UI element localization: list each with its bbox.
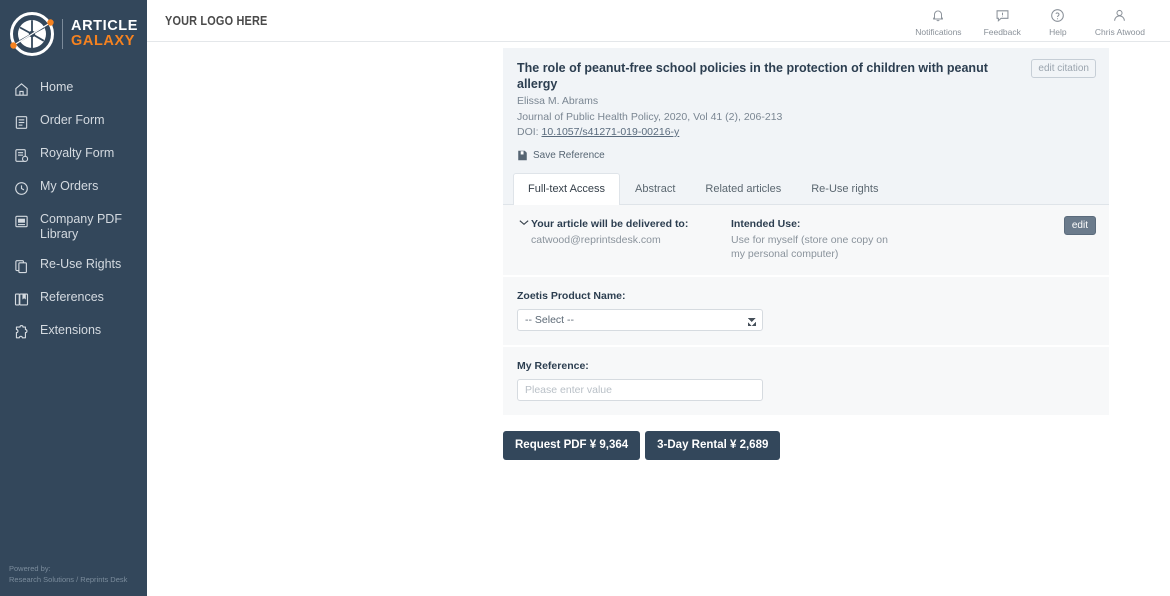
sidebar-item-label: Company PDF Library: [40, 212, 122, 241]
sidebar: ARTICLE GALAXY Home Order Form Royalty F…: [0, 0, 147, 596]
sidebar-item-my-orders[interactable]: My Orders: [0, 171, 147, 204]
clock-history-icon: [12, 179, 30, 197]
doi-link[interactable]: 10.1057/s41271-019-00216-y: [542, 126, 680, 138]
my-reference-input[interactable]: [517, 379, 763, 401]
puzzle-piece-icon: [12, 323, 30, 341]
citation-doi: DOI: 10.1057/s41271-019-00216-y: [517, 125, 1095, 139]
topnav-label: Notifications: [915, 26, 962, 37]
royalty-form-icon: [12, 146, 30, 164]
sidebar-item-label: Home: [40, 80, 74, 94]
article-panel: The role of peanut-free school policies …: [503, 48, 1109, 460]
powered-by-label: Powered by:: [9, 564, 51, 573]
rental-button[interactable]: 3-Day Rental ¥ 2,689: [645, 431, 781, 460]
sidebar-item-label: Royalty Form: [40, 146, 115, 160]
logo-divider: [62, 18, 63, 49]
sidebar-item-home[interactable]: Home: [0, 72, 147, 105]
sidebar-item-extensions[interactable]: Extensions: [0, 315, 147, 348]
content-area: The role of peanut-free school policies …: [147, 42, 1170, 460]
sidebar-item-label: References: [40, 290, 104, 304]
brand-logo-slot: YOUR LOGO HERE: [165, 13, 268, 28]
pdf-library-icon: [12, 212, 30, 230]
doi-label: DOI:: [517, 126, 539, 138]
save-reference-label: Save Reference: [533, 150, 605, 161]
intended-use-value: Use for myself (store one copy on my per…: [731, 234, 888, 260]
copy-documents-icon: [12, 257, 30, 275]
topnav-feedback[interactable]: Feedback: [973, 5, 1032, 37]
home-icon: [12, 80, 30, 98]
topnav-label: Feedback: [983, 26, 1021, 37]
topnav-help[interactable]: Help: [1032, 5, 1084, 37]
user-account-icon: [1112, 7, 1127, 24]
citation-authors: Elissa M. Abrams: [517, 95, 599, 107]
delivered-to-label: Your article will be delivered to:: [531, 218, 689, 230]
save-reference-button[interactable]: Save Reference: [517, 150, 1095, 161]
sidebar-item-references[interactable]: References: [0, 282, 147, 315]
edit-delivery-button[interactable]: edit: [1063, 216, 1096, 235]
logo-line-1: ARTICLE: [71, 17, 139, 34]
top-nav: Notifications Feedback Help Chris Atwood: [904, 5, 1156, 37]
main-area: YOUR LOGO HERE Notifications Feedback He…: [147, 0, 1170, 596]
page-title: The role of peanut-free school policies …: [517, 61, 988, 91]
my-reference-section: My Reference:: [503, 347, 1109, 417]
logo-line-2: GALAXY: [71, 32, 136, 49]
top-header: YOUR LOGO HERE Notifications Feedback He…: [147, 0, 1170, 42]
request-pdf-button[interactable]: Request PDF ¥ 9,364: [503, 431, 641, 460]
chevron-down-icon[interactable]: [517, 217, 531, 261]
tab-re-use-rights[interactable]: Re-Use rights: [796, 173, 893, 204]
sidebar-item-company-pdf-library[interactable]: Company PDF Library: [0, 204, 147, 249]
topnav-user-account[interactable]: Chris Atwood: [1084, 5, 1156, 37]
sidebar-item-label: Re-Use Rights: [40, 257, 122, 271]
tab-abstract[interactable]: Abstract: [620, 173, 690, 204]
app-logo[interactable]: ARTICLE GALAXY: [0, 0, 147, 58]
powered-by: Powered by: Research Solutions / Reprint…: [9, 564, 127, 585]
intended-use-label: Intended Use:: [731, 218, 801, 230]
sidebar-item-royalty-form[interactable]: Royalty Form: [0, 138, 147, 171]
product-name-section: Zoetis Product Name: -- Select --: [503, 277, 1109, 347]
topnav-notifications[interactable]: Notifications: [904, 5, 972, 37]
tab-bar: Full-text Access Abstract Related articl…: [503, 173, 1109, 205]
tab-full-text-access[interactable]: Full-text Access: [513, 173, 621, 205]
delivery-section: Your article will be delivered to: catwo…: [503, 205, 1109, 277]
sidebar-item-label: Order Form: [40, 113, 105, 127]
save-bookmark-icon: [517, 150, 533, 161]
sidebar-item-order-form[interactable]: Order Form: [0, 105, 147, 138]
topnav-label: Help: [1049, 26, 1067, 37]
app-root: ARTICLE GALAXY Home Order Form Royalty F…: [0, 0, 1170, 596]
edit-citation-button[interactable]: edit citation: [1031, 59, 1096, 78]
product-name-label: Zoetis Product Name:: [517, 290, 626, 302]
book-bookmark-icon: [12, 290, 30, 308]
my-reference-label: My Reference:: [517, 360, 589, 372]
bell-icon: [931, 7, 945, 24]
sidebar-item-re-use-rights[interactable]: Re-Use Rights: [0, 249, 147, 282]
topnav-label: Chris Atwood: [1094, 26, 1145, 37]
delivered-to-value: catwood@reprintsdesk.com: [531, 234, 661, 246]
action-buttons: Request PDF ¥ 9,364 3-Day Rental ¥ 2,689: [503, 431, 1109, 460]
powered-by-value: Research Solutions / Reprints Desk: [9, 574, 128, 584]
citation-block: The role of peanut-free school policies …: [503, 48, 1109, 173]
sidebar-nav: Home Order Form Royalty Form My Orders C…: [0, 72, 147, 348]
tab-related-articles[interactable]: Related articles: [690, 173, 796, 204]
galaxy-aperture-logo-icon: [6, 8, 58, 60]
product-name-select[interactable]: -- Select --: [517, 309, 763, 331]
citation-source: Journal of Public Health Policy, 2020, V…: [517, 111, 783, 123]
sidebar-item-label: Extensions: [40, 323, 102, 337]
feedback-speech-bubble-icon: [995, 7, 1010, 24]
question-circle-icon: [1050, 7, 1065, 24]
sidebar-item-label: My Orders: [40, 179, 99, 193]
order-form-icon: [12, 113, 30, 131]
